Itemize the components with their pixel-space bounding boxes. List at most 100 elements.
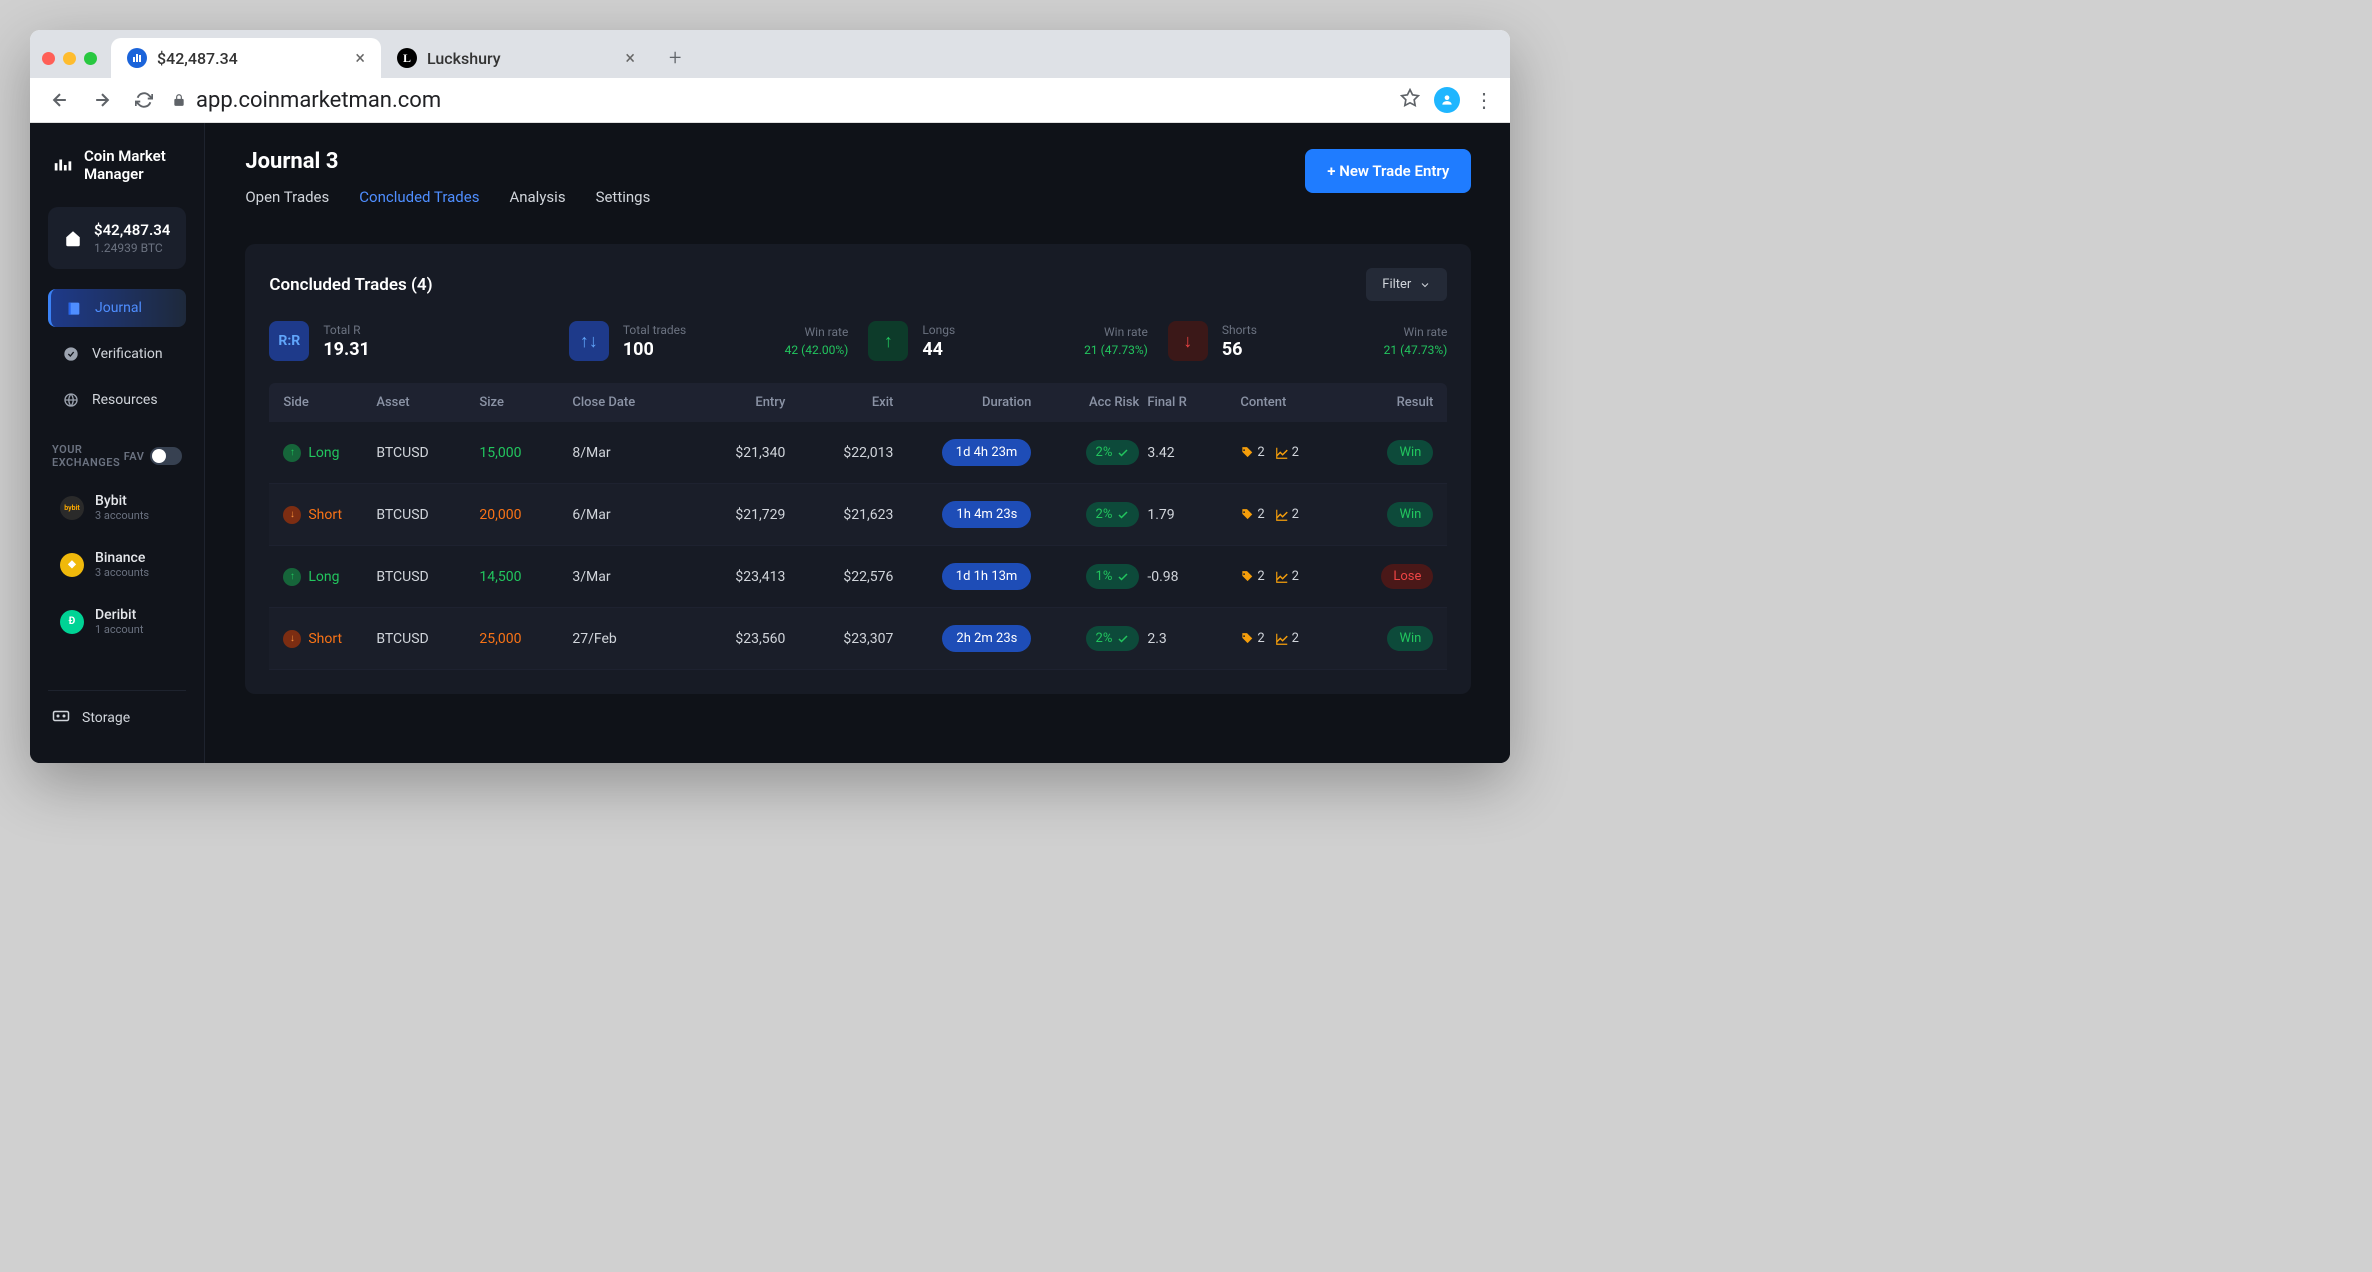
balance-card[interactable]: $42,487.34 1.24939 BTC	[48, 207, 186, 269]
fav-label: FAV	[124, 450, 145, 463]
table-row[interactable]: ↑Long BTCUSD 14,500 3/Mar $23,413 $22,57…	[269, 546, 1447, 608]
th-close-date: Close Date	[572, 395, 677, 410]
minimize-window-button[interactable]	[63, 52, 76, 65]
tab-bar: $42,487.34 × L Luckshury × +	[30, 30, 1510, 78]
exchange-sub: 3 accounts	[95, 509, 149, 522]
url-field[interactable]: app.coinmarketman.com	[172, 88, 1386, 113]
arrow-down-icon: ↓	[283, 506, 301, 524]
exchange-name: Binance	[95, 550, 149, 566]
check-icon	[1117, 633, 1129, 645]
globe-icon	[62, 392, 80, 408]
cell-final-r: 1.79	[1147, 507, 1232, 523]
new-trade-button[interactable]: + New Trade Entry	[1305, 149, 1471, 193]
tab-title: $42,487.34	[157, 49, 345, 68]
arrow-up-icon: ↑	[283, 444, 301, 462]
th-asset: Asset	[376, 395, 471, 410]
winrate-label: Win rate	[1384, 325, 1448, 339]
nav-label: Resources	[92, 392, 158, 408]
winrate-label: Win rate	[785, 325, 849, 339]
traffic-lights	[42, 52, 97, 65]
cell-exit: $22,576	[793, 569, 893, 585]
sidebar-item-verification[interactable]: Verification	[48, 335, 186, 373]
table-row[interactable]: ↓Short BTCUSD 20,000 6/Mar $21,729 $21,6…	[269, 484, 1447, 546]
browser-tab-2[interactable]: L Luckshury ×	[381, 38, 651, 79]
check-icon	[1117, 571, 1129, 583]
cell-duration: 1d 4h 23m	[901, 439, 1031, 466]
reload-button[interactable]	[130, 86, 158, 114]
tab-concluded-trades[interactable]: Concluded Trades	[359, 188, 479, 212]
close-window-button[interactable]	[42, 52, 55, 65]
fav-toggle-group: FAV	[124, 447, 183, 465]
logo-icon	[52, 154, 74, 176]
th-size: Size	[479, 395, 564, 410]
bookmark-button[interactable]	[1400, 88, 1420, 112]
forward-button[interactable]	[88, 86, 116, 114]
tag-icon: 2	[1240, 507, 1264, 522]
table-row[interactable]: ↑Long BTCUSD 15,000 8/Mar $21,340 $22,01…	[269, 422, 1447, 484]
page-title: Journal 3	[245, 149, 650, 174]
table-row[interactable]: ↓Short BTCUSD 25,000 27/Feb $23,560 $23,…	[269, 608, 1447, 670]
tag-icon: 2	[1240, 631, 1264, 646]
cell-content: 2 2	[1240, 445, 1350, 460]
longs-icon: ↑	[868, 321, 908, 361]
stat-label: Longs	[922, 323, 955, 337]
chart-icon: 2	[1275, 631, 1299, 646]
stat-label: Total R	[323, 323, 370, 337]
cell-asset: BTCUSD	[376, 445, 471, 461]
cell-content: 2 2	[1240, 631, 1350, 646]
tab-analysis[interactable]: Analysis	[509, 188, 565, 212]
stat-value: 19.31	[323, 339, 370, 360]
chevron-down-icon	[1419, 279, 1431, 291]
cell-close-date: 27/Feb	[572, 631, 677, 647]
deribit-icon: Đ	[60, 610, 84, 634]
new-tab-button[interactable]: +	[659, 40, 691, 77]
cell-close-date: 6/Mar	[572, 507, 677, 523]
cell-size: 15,000	[479, 445, 564, 461]
tab-settings[interactable]: Settings	[596, 188, 651, 212]
lock-icon	[172, 93, 186, 107]
trades-icon: ↑↓	[569, 321, 609, 361]
concluded-trades-panel: Concluded Trades (4) Filter R:R Total R …	[245, 244, 1471, 694]
back-button[interactable]	[46, 86, 74, 114]
winrate-value: 21 (47.73%)	[1384, 343, 1448, 357]
profile-button[interactable]	[1434, 87, 1460, 113]
cell-asset: BTCUSD	[376, 507, 471, 523]
binance-icon: ◆	[60, 553, 84, 577]
cell-entry: $21,340	[685, 445, 785, 461]
balance-usd: $42,487.34	[94, 221, 170, 239]
sidebar-item-resources[interactable]: Resources	[48, 381, 186, 419]
sidebar-item-storage[interactable]: Storage	[48, 690, 186, 739]
winrate-label: Win rate	[1084, 325, 1148, 339]
th-side: Side	[283, 395, 368, 410]
filter-button[interactable]: Filter	[1366, 268, 1447, 301]
url-bar: app.coinmarketman.com ⋮	[30, 78, 1510, 123]
stat-value: 44	[922, 339, 955, 360]
arrow-up-icon: ↑	[283, 568, 301, 586]
cell-asset: BTCUSD	[376, 569, 471, 585]
cell-entry: $23,413	[685, 569, 785, 585]
tab-close-icon[interactable]: ×	[625, 48, 635, 69]
cell-acc-risk: 2%	[1039, 626, 1139, 651]
sidebar-item-journal[interactable]: Journal	[48, 289, 186, 327]
cell-entry: $21,729	[685, 507, 785, 523]
cell-side: ↓Short	[283, 630, 368, 648]
exchange-item-bybit[interactable]: bybit Bybit 3 accounts	[48, 483, 186, 532]
maximize-window-button[interactable]	[84, 52, 97, 65]
cell-exit: $23,307	[793, 631, 893, 647]
cell-acc-risk: 2%	[1039, 502, 1139, 527]
cell-duration: 2h 2m 23s	[901, 625, 1031, 652]
table-body: ↑Long BTCUSD 15,000 8/Mar $21,340 $22,01…	[269, 422, 1447, 670]
bybit-icon: bybit	[60, 496, 84, 520]
tab-title: Luckshury	[427, 49, 615, 68]
exchange-item-binance[interactable]: ◆ Binance 3 accounts	[48, 540, 186, 589]
tab-open-trades[interactable]: Open Trades	[245, 188, 329, 212]
tab-close-icon[interactable]: ×	[355, 48, 365, 69]
exchange-item-deribit[interactable]: Đ Deribit 1 account	[48, 597, 186, 646]
browser-tab-1[interactable]: $42,487.34 ×	[111, 38, 381, 79]
home-icon	[64, 229, 82, 247]
th-exit: Exit	[793, 395, 893, 410]
logo-text: Coin MarketManager	[84, 147, 166, 183]
browser-menu-button[interactable]: ⋮	[1474, 96, 1494, 104]
fav-toggle[interactable]	[150, 447, 182, 465]
logo: Coin MarketManager	[48, 147, 186, 183]
